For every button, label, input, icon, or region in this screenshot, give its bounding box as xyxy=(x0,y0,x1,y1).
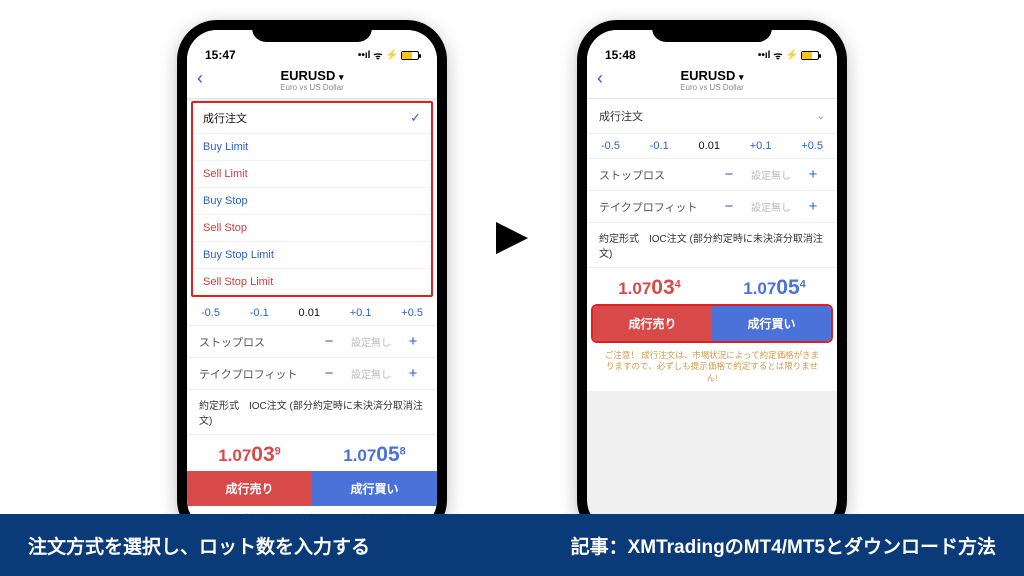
symbol-text: EURUSD xyxy=(680,68,735,83)
ask-price: 1.07058 xyxy=(312,435,437,471)
phone-left: 15:47 ••ıl ᯤ ⚡ ‹ EURUSD ▾ Euro vs US Dol… xyxy=(177,20,447,540)
stoploss-field: ストップロス − 設定無し + xyxy=(187,326,437,358)
minus-icon[interactable]: − xyxy=(717,166,741,183)
step-minus-05[interactable]: -0.5 xyxy=(601,140,620,152)
order-type-dropdown-open: 成行注文 ✓ Buy Limit Sell Limit Buy Stop Sel… xyxy=(191,101,433,297)
order-option-market[interactable]: 成行注文 ✓ xyxy=(193,103,431,134)
warning-text: ご注意！ 成行注文は、市場状況によって約定価格がきまりますので、必ずしも提示価格… xyxy=(587,343,837,391)
order-option-sell-limit[interactable]: Sell Limit xyxy=(193,161,431,188)
symbol-selector[interactable]: EURUSD ▾ xyxy=(195,68,429,83)
signal-icon: ••ıl xyxy=(358,50,371,61)
plus-icon[interactable]: + xyxy=(801,198,825,215)
notch xyxy=(252,20,372,42)
chevron-down-icon: ▾ xyxy=(739,72,744,82)
chevron-down-icon: ⌄ xyxy=(817,111,825,122)
header: ‹ EURUSD ▾ Euro vs US Dollar xyxy=(187,64,437,99)
screen-right: 15:48 ••ıl ᯤ ⚡ ‹ EURUSD ▾ Euro vs US Dol… xyxy=(587,30,837,530)
caption-left: 注文方式を選択し、ロット数を入力する xyxy=(28,532,370,559)
lot-value[interactable]: 0.01 xyxy=(299,307,320,319)
order-option-sell-stop[interactable]: Sell Stop xyxy=(193,215,431,242)
bid-price: 1.07034 xyxy=(587,268,712,304)
order-option-buy-stop-limit[interactable]: Buy Stop Limit xyxy=(193,242,431,269)
battery-icon xyxy=(801,51,819,60)
symbol-text: EURUSD xyxy=(280,68,335,83)
back-icon[interactable]: ‹ xyxy=(597,68,603,89)
order-buttons-highlighted: 成行売り 成行買い xyxy=(591,304,833,343)
minus-icon[interactable]: − xyxy=(317,365,341,382)
price-row: 1.07039 1.07058 xyxy=(187,435,437,471)
lot-stepper: -0.5 -0.1 0.01 +0.1 +0.5 xyxy=(587,134,837,159)
selected-order-type: 成行注文 xyxy=(599,108,643,124)
option-label: 成行注文 xyxy=(203,110,247,126)
order-option-buy-limit[interactable]: Buy Limit xyxy=(193,134,431,161)
phone-right: 15:48 ••ıl ᯤ ⚡ ‹ EURUSD ▾ Euro vs US Dol… xyxy=(577,20,847,540)
arrow-right-icon: ▶ xyxy=(496,210,528,259)
sell-button[interactable]: 成行売り xyxy=(593,306,712,341)
takeprofit-value[interactable]: 設定無し xyxy=(341,366,401,381)
status-icons: ••ıl ᯤ ⚡ xyxy=(358,48,419,62)
fill-policy-row[interactable]: 約定形式 IOC注文 (部分約定時に未決済分取消注文) xyxy=(587,223,837,268)
plus-icon[interactable]: + xyxy=(401,333,425,350)
plus-icon[interactable]: + xyxy=(801,166,825,183)
clock: 15:47 xyxy=(205,48,236,62)
wifi-icon: ᯤ xyxy=(373,48,382,62)
minus-icon[interactable]: − xyxy=(317,333,341,350)
step-minus-05[interactable]: -0.5 xyxy=(201,307,220,319)
stoploss-label: ストップロス xyxy=(599,167,717,183)
minus-icon[interactable]: − xyxy=(717,198,741,215)
ask-price: 1.07054 xyxy=(712,268,837,304)
lot-value[interactable]: 0.01 xyxy=(699,140,720,152)
battery-icon xyxy=(401,51,419,60)
fill-policy-row[interactable]: 約定形式 IOC注文 (部分約定時に未決済分取消注文) xyxy=(187,390,437,435)
step-minus-01[interactable]: -0.1 xyxy=(650,140,669,152)
charge-icon: ⚡ xyxy=(386,50,398,61)
step-plus-01[interactable]: +0.1 xyxy=(350,307,372,319)
takeprofit-label: テイクプロフィット xyxy=(599,199,717,215)
order-type-dropdown-closed[interactable]: 成行注文 ⌄ xyxy=(587,99,837,134)
step-plus-01[interactable]: +0.1 xyxy=(750,140,772,152)
plus-icon[interactable]: + xyxy=(401,365,425,382)
order-option-buy-stop[interactable]: Buy Stop xyxy=(193,188,431,215)
step-plus-05[interactable]: +0.5 xyxy=(401,307,423,319)
stoploss-value[interactable]: 設定無し xyxy=(741,167,801,182)
sell-button[interactable]: 成行売り xyxy=(187,471,312,506)
bid-price: 1.07039 xyxy=(187,435,312,471)
takeprofit-field: テイクプロフィット − 設定無し + xyxy=(187,358,437,390)
symbol-subtitle: Euro vs US Dollar xyxy=(195,83,429,92)
back-icon[interactable]: ‹ xyxy=(197,68,203,89)
check-icon: ✓ xyxy=(410,110,421,126)
symbol-selector[interactable]: EURUSD ▾ xyxy=(595,68,829,83)
stoploss-field: ストップロス − 設定無し + xyxy=(587,159,837,191)
caption-bar: 注文方式を選択し、ロット数を入力する 記事：XMTradingのMT4/MT5と… xyxy=(0,514,1024,576)
status-icons: ••ıl ᯤ ⚡ xyxy=(758,48,819,62)
chevron-down-icon: ▾ xyxy=(339,72,344,82)
order-buttons: 成行売り 成行買い xyxy=(187,471,437,506)
lot-stepper: -0.5 -0.1 0.01 +0.1 +0.5 xyxy=(187,301,437,326)
charge-icon: ⚡ xyxy=(786,50,798,61)
signal-icon: ••ıl xyxy=(758,50,771,61)
caption-right: 記事：XMTradingのMT4/MT5とダウンロード方法 xyxy=(571,532,996,559)
takeprofit-field: テイクプロフィット − 設定無し + xyxy=(587,191,837,223)
stoploss-value[interactable]: 設定無し xyxy=(341,334,401,349)
header: ‹ EURUSD ▾ Euro vs US Dollar xyxy=(587,64,837,99)
screen-left: 15:47 ••ıl ᯤ ⚡ ‹ EURUSD ▾ Euro vs US Dol… xyxy=(187,30,437,530)
buy-button[interactable]: 成行買い xyxy=(712,306,831,341)
step-plus-05[interactable]: +0.5 xyxy=(801,140,823,152)
order-option-sell-stop-limit[interactable]: Sell Stop Limit xyxy=(193,269,431,295)
clock: 15:48 xyxy=(605,48,636,62)
step-minus-01[interactable]: -0.1 xyxy=(250,307,269,319)
takeprofit-value[interactable]: 設定無し xyxy=(741,199,801,214)
symbol-subtitle: Euro vs US Dollar xyxy=(595,83,829,92)
wifi-icon: ᯤ xyxy=(773,48,782,62)
notch xyxy=(652,20,772,42)
buy-button[interactable]: 成行買い xyxy=(312,471,437,506)
price-row: 1.07034 1.07054 xyxy=(587,268,837,304)
stoploss-label: ストップロス xyxy=(199,334,317,350)
takeprofit-label: テイクプロフィット xyxy=(199,366,317,382)
